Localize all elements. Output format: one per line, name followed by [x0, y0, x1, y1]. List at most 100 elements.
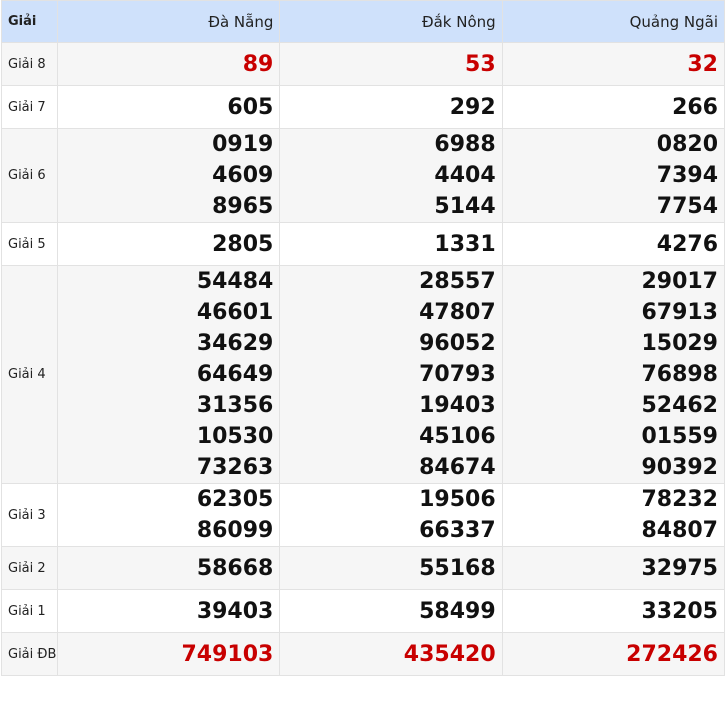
prize-number: 7394: [656, 163, 718, 188]
prize-cell: 272426: [501, 632, 726, 676]
prize-number: 58499: [419, 598, 496, 624]
prize-number: 54484: [196, 269, 274, 294]
prize-number: 4404: [434, 163, 496, 188]
prize-number: 749103: [181, 641, 274, 667]
prize-number: 8965: [212, 194, 274, 219]
prize-row: Giải 3 62305 86099 19506 66337 78232 84807: [0, 483, 726, 547]
prize-number: 84807: [641, 518, 718, 543]
prize-number: 33205: [641, 598, 718, 624]
prize-number: 7754: [656, 194, 718, 219]
province-header-quang-ngai: Quảng Ngãi: [501, 0, 726, 43]
prize-cell: 19506 66337: [279, 483, 503, 547]
prize-number: 15029: [641, 331, 718, 356]
province-header-da-nang: Đà Nẵng: [57, 0, 281, 43]
prize-number: 1331: [434, 231, 496, 257]
prize-cell: 89: [57, 42, 281, 86]
prize-row: Giải 5 2805 1331 4276: [0, 222, 726, 266]
prize-number: 45106: [419, 424, 496, 449]
prize-column-header: Giải: [0, 0, 59, 43]
prize-number: 58668: [196, 555, 274, 581]
prize-cell: 2805: [57, 222, 281, 266]
prize-cell: 0820 7394 7754: [501, 128, 726, 223]
prize-number: 6988: [434, 132, 496, 157]
prize-label: Giải 7: [0, 85, 59, 129]
prize-row: Giải 1 39403 58499 33205: [0, 589, 726, 633]
prize-cell: 33205: [501, 589, 726, 633]
prize-number: 53: [465, 51, 496, 77]
prize-cell: 0919 4609 8965: [57, 128, 281, 223]
lottery-results-table: Giải Đà Nẵng Đắk Nông Quảng Ngãi Giải 8 8…: [0, 0, 726, 676]
prize-cell: 435420: [279, 632, 503, 676]
prize-number: 31356: [196, 393, 274, 418]
prize-row: Giải ĐB 749103 435420 272426: [0, 632, 726, 676]
prize-cell: 266: [501, 85, 726, 129]
prize-number: 266: [672, 94, 718, 120]
prize-row: Giải 7 605 292 266: [0, 85, 726, 129]
prize-number: 5144: [434, 194, 496, 219]
header-row: Giải Đà Nẵng Đắk Nông Quảng Ngãi: [0, 0, 726, 43]
prize-label: Giải 3: [0, 483, 59, 547]
prize-number: 28557: [419, 269, 496, 294]
prize-number: 32: [687, 51, 718, 77]
prize-row: Giải 4 54484 46601 34629 64649 31356 10530 7326…: [0, 265, 726, 484]
prize-number: 90392: [641, 455, 718, 480]
prize-number: 47807: [419, 300, 496, 325]
prize-cell: 1331: [279, 222, 503, 266]
prize-cell: 29017 67913 15029 76898 52462 01559 90392: [501, 265, 726, 484]
prize-number: 29017: [641, 269, 718, 294]
prize-cell: 55168: [279, 546, 503, 590]
prize-number: 4609: [212, 163, 274, 188]
prize-cell: 54484 46601 34629 64649 31356 10530 73263: [57, 265, 281, 484]
prize-number: 10530: [196, 424, 274, 449]
prize-cell: 39403: [57, 589, 281, 633]
prize-number: 32975: [641, 555, 718, 581]
prize-number: 76898: [641, 362, 718, 387]
prize-number: 70793: [419, 362, 496, 387]
prize-number: 73263: [196, 455, 274, 480]
prize-cell: 53: [279, 42, 503, 86]
prize-label: Giải 1: [0, 589, 59, 633]
prize-number: 62305: [196, 487, 274, 512]
prize-number: 0820: [656, 132, 718, 157]
prize-number: 84674: [419, 455, 496, 480]
prize-label: Giải 4: [0, 265, 59, 484]
prize-number: 52462: [641, 393, 718, 418]
prize-number: 605: [227, 94, 274, 120]
prize-row: Giải 6 0919 4609 8965 6988 4404 5144 0820 7394 77…: [0, 128, 726, 223]
prize-number: 78232: [641, 487, 718, 512]
prize-cell: 6988 4404 5144: [279, 128, 503, 223]
prize-number: 0919: [212, 132, 274, 157]
prize-cell: 78232 84807: [501, 483, 726, 547]
prize-number: 66337: [419, 518, 496, 543]
prize-number: 55168: [419, 555, 496, 581]
prize-number: 89: [242, 51, 274, 77]
prize-row: Giải 2 58668 55168 32975: [0, 546, 726, 590]
prize-label: Giải 2: [0, 546, 59, 590]
prize-cell: 58668: [57, 546, 281, 590]
prize-number: 39403: [196, 598, 274, 624]
prize-cell: 4276: [501, 222, 726, 266]
prize-number: 96052: [419, 331, 496, 356]
province-header-dak-nong: Đắk Nông: [279, 0, 503, 43]
prize-cell: 605: [57, 85, 281, 129]
prize-number: 34629: [196, 331, 274, 356]
prize-number: 64649: [196, 362, 274, 387]
prize-number: 19506: [419, 487, 496, 512]
prize-cell: 28557 47807 96052 70793 19403 45106 84674: [279, 265, 503, 484]
prize-cell: 32: [501, 42, 726, 86]
prize-number: 435420: [403, 641, 496, 667]
prize-label: Giải 5: [0, 222, 59, 266]
prize-number: 01559: [641, 424, 718, 449]
prize-number: 19403: [419, 393, 496, 418]
prize-number: 2805: [212, 231, 274, 257]
prize-label: Giải ĐB: [0, 632, 59, 676]
prize-number: 292: [449, 94, 496, 120]
prize-number: 86099: [196, 518, 274, 543]
prize-cell: 58499: [279, 589, 503, 633]
prize-number: 4276: [656, 231, 718, 257]
prize-label: Giải 8: [0, 42, 59, 86]
prize-number: 67913: [641, 300, 718, 325]
prize-number: 272426: [626, 641, 718, 667]
prize-rows: Giải 8 89 53 32 Giải 7 605 292 266 Giải 6 0919 460…: [0, 42, 726, 676]
prize-cell: 32975: [501, 546, 726, 590]
